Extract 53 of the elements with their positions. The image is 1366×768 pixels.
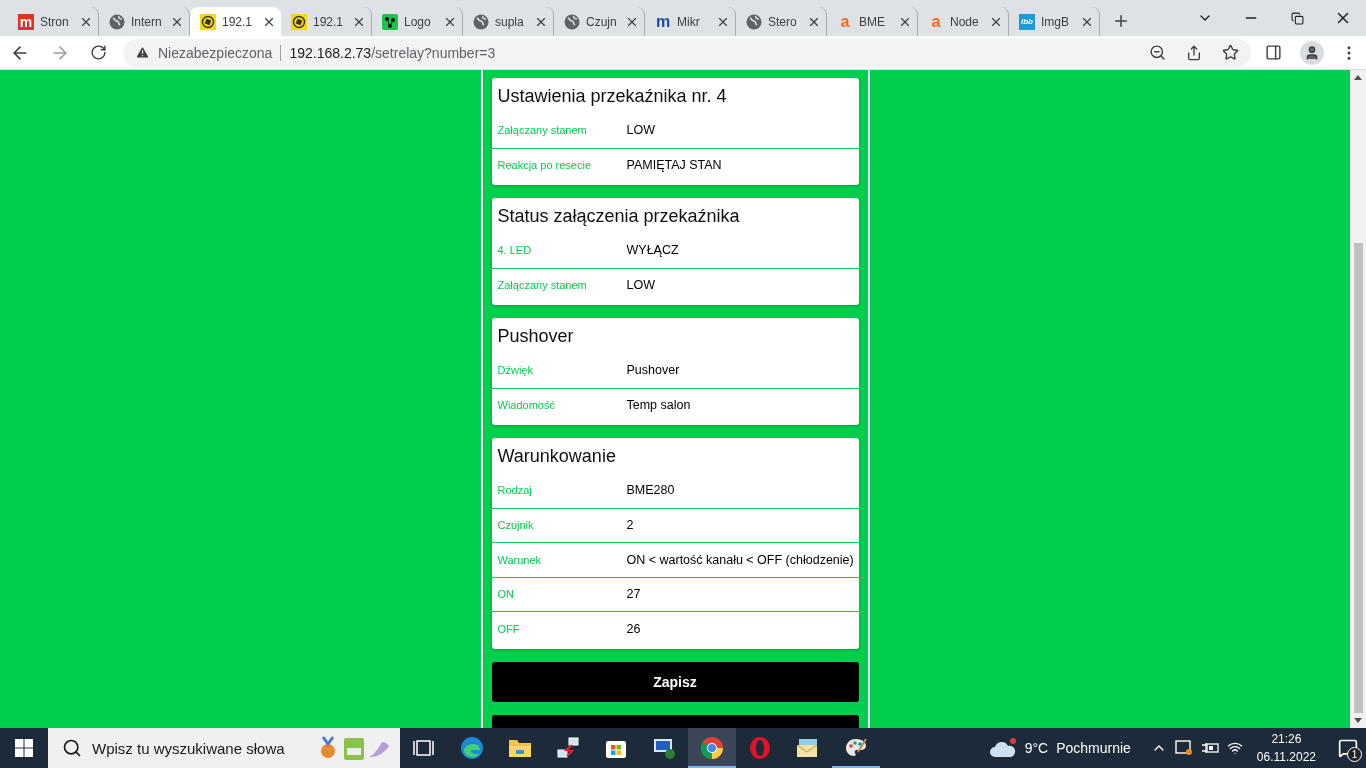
- security-label: Niezabezpieczona: [158, 44, 273, 61]
- url-field[interactable]: 192.168.2.73/setrelay?number=3: [289, 44, 496, 61]
- tab-title: Czujn: [586, 14, 617, 29]
- tab-title: Stron: [40, 14, 69, 29]
- field-label: ON: [496, 588, 515, 601]
- site-icon: a: [928, 13, 944, 30]
- field-value: 27: [626, 587, 641, 602]
- weather-condition: Pochmurnie: [1056, 740, 1131, 756]
- notification-count: 1: [1347, 747, 1362, 762]
- site-icon: ibb: [1019, 13, 1035, 30]
- tab-title: ImgB: [1041, 14, 1069, 29]
- tab-title: Stero: [768, 14, 797, 29]
- card-title: Warunkowanie: [496, 445, 617, 468]
- field-value: 26: [626, 621, 641, 636]
- field-label: 4. LED: [496, 244, 533, 257]
- tab-title: Node: [950, 14, 979, 29]
- field-value: LOW: [626, 123, 655, 138]
- field-label: OFF: [496, 622, 521, 635]
- field-value: 2: [626, 518, 634, 533]
- tab-title: supla: [495, 14, 524, 29]
- notifications-icon[interactable]: 1: [1330, 728, 1366, 768]
- site-icon: m: [18, 13, 34, 30]
- field-value: WYŁĄCZ: [626, 243, 679, 258]
- field-value: LOW: [626, 278, 655, 293]
- field-label: Czujnik: [496, 519, 535, 532]
- browser-tab[interactable]: 192.1: [190, 7, 281, 36]
- field-label: Dźwięk: [496, 364, 534, 377]
- card-title: Pushover: [496, 325, 575, 348]
- field-value: ON < wartość kanału < OFF (chłodzenie): [626, 552, 854, 567]
- field-value: PAMIĘTAJ STAN: [626, 158, 722, 173]
- site-icon: a: [837, 13, 853, 30]
- search-field[interactable]: Wpisz tu wyszukiwane słowa: [48, 728, 400, 768]
- site-icon: m: [655, 13, 671, 30]
- field-label: Warunek: [496, 553, 543, 566]
- field-label: Rodzaj: [496, 484, 533, 497]
- tab-title: BME: [859, 14, 885, 29]
- temperature: 9°C: [1024, 740, 1049, 756]
- save-button[interactable]: Zapisz: [491, 661, 859, 702]
- tab-title: 192.1: [222, 14, 253, 29]
- field-label: Wiadomość: [496, 399, 556, 412]
- field-label: Załączany stanem: [496, 124, 588, 137]
- card-title: Status załączenia przekaźnika: [496, 205, 741, 228]
- tab-title: Intern: [131, 14, 162, 29]
- tab-title: Logo: [404, 14, 431, 29]
- tab-title: Mikr: [677, 14, 700, 29]
- tab-title: 192.1: [313, 14, 344, 29]
- field-label: Załączany stanem: [496, 279, 588, 292]
- field-value: Temp salon: [626, 398, 691, 413]
- field-label: Reakcja po resecie: [496, 159, 593, 172]
- field-value: Pushover: [626, 363, 680, 378]
- clock[interactable]: 21:26 06.11.2022: [1256, 730, 1316, 766]
- card-title: Ustawienia przekaźnika nr. 4: [496, 85, 728, 108]
- field-value: BME280: [626, 483, 675, 498]
